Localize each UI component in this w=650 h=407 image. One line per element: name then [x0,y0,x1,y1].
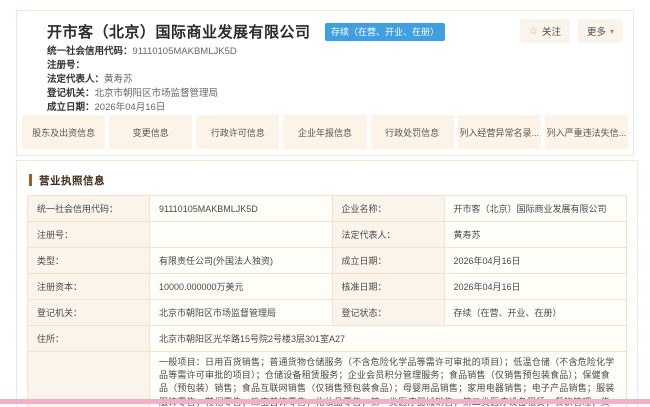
follow-label: 关注 [542,24,561,38]
company-header-card: 开市客（北京）国际商业发展有限公司 存续（在营、开业、在册） ☆ 关注 更多 ▾… [16,10,634,156]
table-row: 注册资本： 10000.000000万美元 核准日期： 2026年04月16日 [28,274,627,300]
chevron-down-icon: ▾ [610,27,614,36]
more-label: 更多 [587,24,606,38]
field-value: 91110105MAKBMLJK5D [150,196,333,222]
follow-button[interactable]: ☆ 关注 [520,19,570,43]
company-summary-info: 统一社会信用代码：91110105MAKBMLJK5D 注册号： 法定代表人：黄… [17,41,633,115]
field-value: 开市客（北京）国际商业发展有限公司 [444,196,627,222]
section-title-row: 营业执照信息 [29,171,627,189]
field-value: 黄寿苏 [444,222,627,248]
table-row: 统一社会信用代码： 91110105MAKBMLJK5D 企业名称： 开市客（北… [28,196,627,222]
table-row-address: 住所： 北京市朝阳区光华路15号院2号楼3层301室A27 [28,326,627,352]
table-row: 登记机关： 北京市朝阳区市场监督管理局 登记状态： 存续（在营、开业、在册） [28,300,627,326]
field-label: 统一社会信用代码： [28,196,150,222]
field-value: 存续（在营、开业、在册） [444,300,627,326]
tab-abnormal-list[interactable]: 列入经营异常名录... [458,115,541,149]
star-icon: ☆ [529,26,538,37]
tab-annual-report[interactable]: 企业年报信息 [283,115,366,149]
info-legal-rep: 法定代表人：黄寿苏 [47,73,621,87]
license-table: 统一社会信用代码： 91110105MAKBMLJK5D 企业名称： 开市客（北… [27,195,627,407]
field-label: 成立日期： [332,248,444,274]
field-label: 注册号： [28,222,150,248]
tab-changes[interactable]: 变更信息 [109,115,192,149]
field-label: 法定代表人： [332,222,444,248]
field-label: 住所： [28,326,150,352]
header-actions: ☆ 关注 更多 ▾ [520,19,623,43]
info-establish-date: 成立日期：2026年04月16日 [47,101,621,115]
field-label: 登记状态： [332,300,444,326]
company-profile-page: 开市客（北京）国际商业发展有限公司 存续（在营、开业、在册） ☆ 关注 更多 ▾… [0,0,650,407]
section-title-bar [29,174,32,186]
table-row: 类型： 有限责任公司(外国法人独资) 成立日期： 2026年04月16日 [28,248,627,274]
tab-shareholders[interactable]: 股东及出资信息 [22,115,105,149]
title-row: 开市客（北京）国际商业发展有限公司 存续（在营、开业、在册） ☆ 关注 更多 ▾ [17,11,633,41]
field-label: 企业名称： [332,196,444,222]
info-reg-authority: 登记机关：北京市朝阳区市场监督管理局 [47,87,621,101]
field-label: 登记机关： [28,300,150,326]
info-credit-code: 统一社会信用代码：91110105MAKBMLJK5D [47,45,621,59]
field-value: 2026年04月16日 [444,274,627,300]
page-title: 开市客（北京）国际商业发展有限公司 [47,21,311,42]
field-value: 有限责任公司(外国法人独资) [150,248,333,274]
field-value: 北京市朝阳区光华路15号院2号楼3层301室A27 [150,326,627,352]
section-title: 营业执照信息 [39,173,105,188]
field-label: 核准日期： [332,274,444,300]
more-button[interactable]: 更多 ▾ [578,19,623,43]
business-license-card: 营业执照信息 统一社会信用代码： 91110105MAKBMLJK5D 企业名称… [16,160,638,407]
field-value: 10000.000000万美元 [150,274,333,300]
bottom-highlight-line [0,399,650,404]
field-value: 北京市朝阳区市场监督管理局 [150,300,333,326]
tab-admin-penalty[interactable]: 行政处罚信息 [371,115,454,149]
field-value: 2026年04月16日 [444,248,627,274]
info-tabs: 股东及出资信息 变更信息 行政许可信息 企业年报信息 行政处罚信息 列入经营异常… [22,115,628,149]
table-row: 注册号： 法定代表人： 黄寿苏 [28,222,627,248]
info-reg-number: 注册号： [47,59,621,73]
field-label: 类型： [28,248,150,274]
status-badge: 存续（在营、开业、在册） [325,23,445,41]
field-value [150,222,333,248]
tab-admin-license[interactable]: 行政许可信息 [196,115,279,149]
tab-serious-violation[interactable]: 列入严重违法失信... [545,115,628,149]
field-label: 注册资本： [28,274,150,300]
